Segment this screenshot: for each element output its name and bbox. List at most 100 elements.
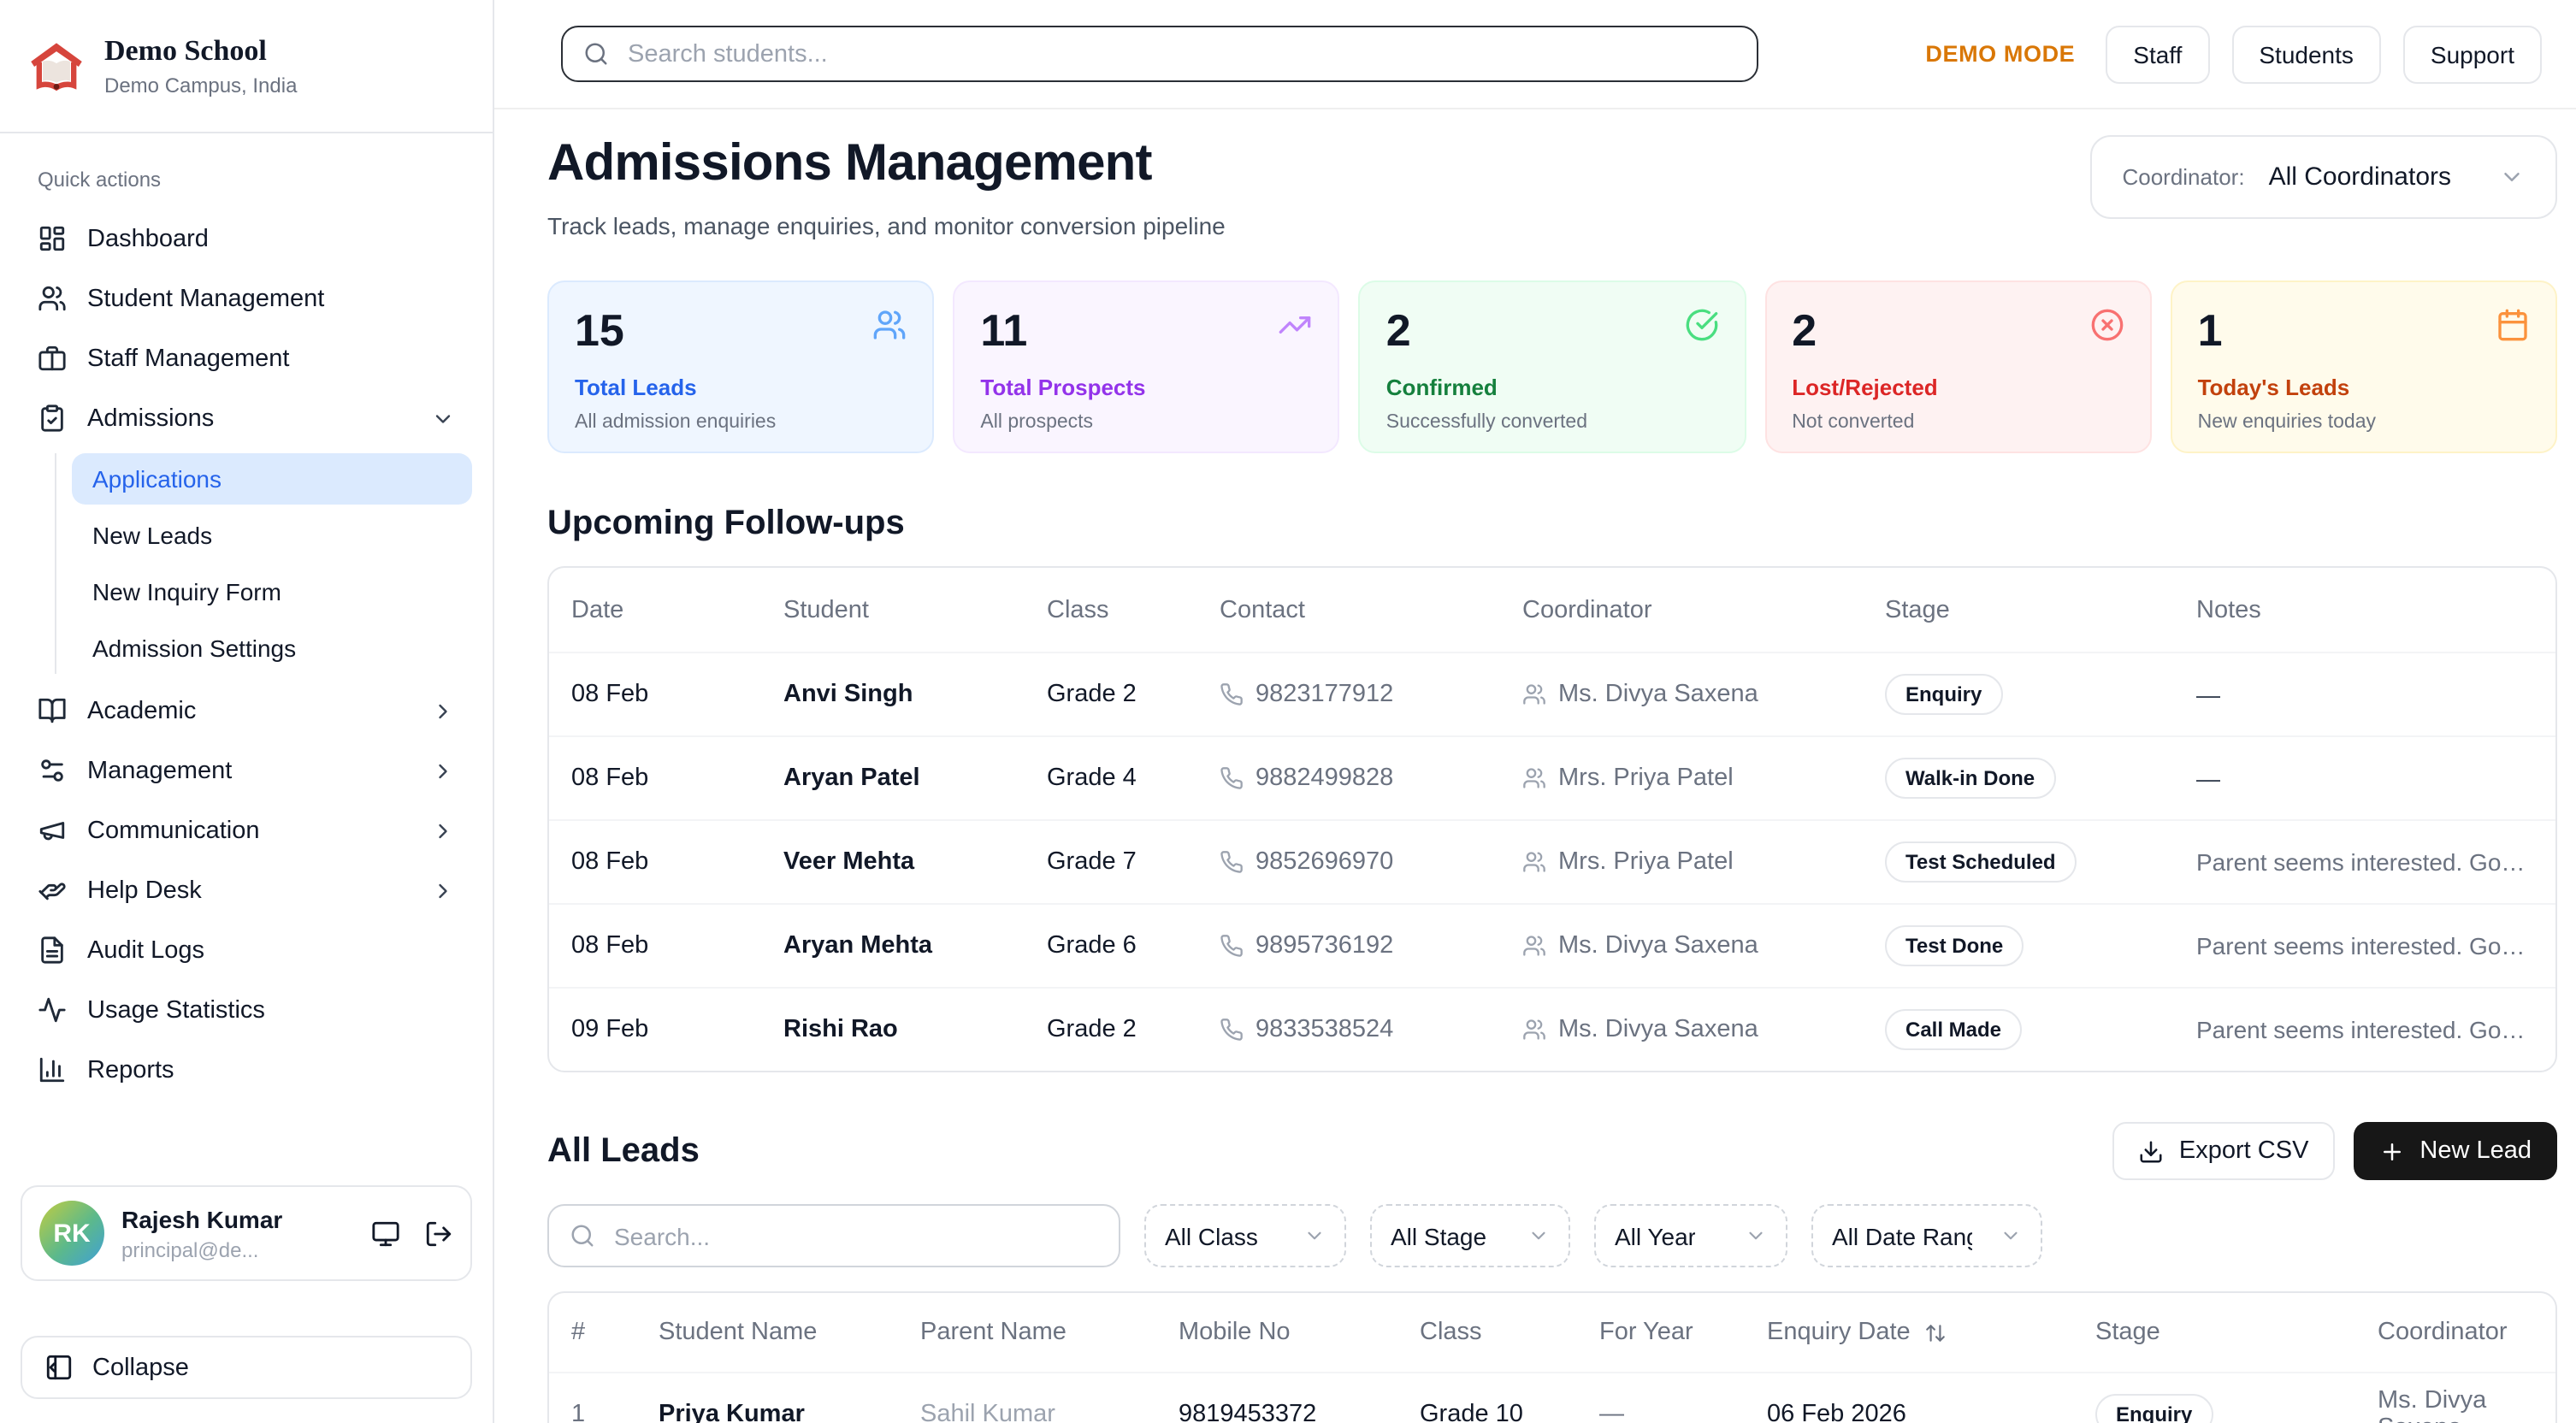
sidebar-item-management[interactable]: Management xyxy=(21,741,472,800)
table-row[interactable]: 08 Feb Anvi Singh Grade 2 9823177912 Ms.… xyxy=(549,652,2555,735)
table-row[interactable]: 09 Feb Rishi Rao Grade 2 9833538524 Ms. … xyxy=(549,987,2555,1071)
cell-coordinator: Ms. Divya Saxena xyxy=(1522,681,1885,708)
sidebar-item-label: Dashboard xyxy=(87,225,209,252)
download-icon xyxy=(2138,1138,2164,1164)
chevron-right-icon xyxy=(431,818,455,842)
coordinator-filter[interactable]: Coordinator: All Coordinators xyxy=(2089,135,2557,219)
col-enquiry-date-sort[interactable]: Enquiry Date xyxy=(1767,1319,2095,1346)
plus-icon xyxy=(2378,1138,2404,1164)
phone-icon xyxy=(1220,682,1244,706)
cell-date: 08 Feb xyxy=(571,932,783,959)
search-icon xyxy=(583,41,609,67)
cell-student: Anvi Singh xyxy=(783,681,1047,708)
school-logo-block: Demo School Demo Campus, India xyxy=(0,0,493,133)
stat-label: Lost/Rejected xyxy=(1792,375,2124,400)
sidebar-item-new-inquiry-form[interactable]: New Inquiry Form xyxy=(72,566,472,617)
stage-badge: Walk-in Done xyxy=(1885,758,2055,799)
new-lead-button[interactable]: New Lead xyxy=(2353,1122,2557,1180)
table-row[interactable]: 1 Priya Kumar Sahil Kumar 9819453372 Gra… xyxy=(549,1372,2555,1423)
cell-student-name: Priya Kumar xyxy=(659,1401,920,1423)
collapse-button[interactable]: Collapse xyxy=(21,1336,472,1399)
col-mobile-no: Mobile No xyxy=(1179,1319,1420,1346)
user-name: Rajesh Kumar xyxy=(121,1205,282,1232)
sidebar-item-label: Help Desk xyxy=(87,877,202,904)
chevron-down-icon xyxy=(2000,1225,2022,1247)
leads-table-header: # Student Name Parent Name Mobile No Cla… xyxy=(549,1293,2555,1372)
cell-class: Grade 4 xyxy=(1047,765,1220,792)
chevron-down-icon xyxy=(1303,1225,1326,1247)
sidebar-item-academic[interactable]: Academic xyxy=(21,681,472,741)
trending-up-icon xyxy=(1279,308,1313,342)
users-icon xyxy=(1522,934,1546,958)
check-circle-icon xyxy=(1684,308,1718,342)
all-leads-heading: All Leads xyxy=(547,1131,700,1171)
cell-class: Grade 2 xyxy=(1047,681,1220,708)
page-subtitle: Track leads, manage enquiries, and monit… xyxy=(547,212,1226,239)
export-csv-button[interactable]: Export CSV xyxy=(2112,1122,2335,1180)
staff-button[interactable]: Staff xyxy=(2106,25,2209,83)
users-icon xyxy=(1522,1018,1546,1042)
students-button[interactable]: Students xyxy=(2231,25,2381,83)
sidebar-item-communication[interactable]: Communication xyxy=(21,800,472,860)
cell-parent-name: Sahil Kumar xyxy=(920,1401,1179,1423)
cell-notes: Parent seems interested. Good prosp… xyxy=(2196,848,2555,876)
filter-all-date-range[interactable]: All Date Range xyxy=(1811,1204,2042,1267)
cell-notes: — xyxy=(2196,681,2555,708)
cell-stage: Walk-in Done xyxy=(1885,758,2196,799)
stat-sublabel: All admission enquiries xyxy=(575,412,907,433)
sidebar-item-applications[interactable]: Applications xyxy=(72,453,472,505)
leads-search-input[interactable] xyxy=(611,1220,1098,1251)
sidebar-item-new-leads[interactable]: New Leads xyxy=(72,510,472,561)
leads-filters: All Class All Stage All Year All Date Ra… xyxy=(547,1204,2557,1267)
sidebar-item-staff-management[interactable]: Staff Management xyxy=(21,328,472,388)
search-input[interactable] xyxy=(624,38,1736,69)
sidebar-item-usage-statistics[interactable]: Usage Statistics xyxy=(21,980,472,1040)
stat-sublabel: Not converted xyxy=(1792,412,2124,433)
cell-contact: 9852696970 xyxy=(1220,848,1522,876)
briefcase-icon xyxy=(38,344,67,373)
monitor-icon[interactable] xyxy=(371,1219,400,1248)
search-icon xyxy=(570,1223,595,1249)
table-row[interactable]: 08 Feb Aryan Mehta Grade 6 9895736192 Ms… xyxy=(549,903,2555,987)
collapse-label: Collapse xyxy=(92,1354,189,1381)
stat-value: 2 xyxy=(1386,304,1718,357)
logout-icon[interactable] xyxy=(424,1219,453,1248)
table-row[interactable]: 08 Feb Veer Mehta Grade 7 9852696970 Mrs… xyxy=(549,819,2555,903)
user-card[interactable]: RK Rajesh Kumar principal@de... xyxy=(21,1185,472,1281)
cell-stage: Test Done xyxy=(1885,925,2196,966)
filter-all-stage[interactable]: All Stage xyxy=(1370,1204,1570,1267)
cell-class: Grade 6 xyxy=(1047,932,1220,959)
cell-stage: Enquiry xyxy=(1885,674,2196,715)
app-screen: Demo School Demo Campus, India Quick act… xyxy=(0,0,2576,1423)
filter-all-class[interactable]: All Class xyxy=(1144,1204,1346,1267)
sidebar-item-audit-logs[interactable]: Audit Logs xyxy=(21,920,472,980)
sidebar-item-student-management[interactable]: Student Management xyxy=(21,269,472,328)
stat-label: Total Leads xyxy=(575,375,907,400)
sidebar-item-reports[interactable]: Reports xyxy=(21,1040,472,1100)
cell-coordinator: Ms. Divya Saxena xyxy=(1522,932,1885,959)
sidebar-item-admission-settings[interactable]: Admission Settings xyxy=(72,623,472,674)
sidebar-item-admissions[interactable]: Admissions xyxy=(21,388,472,448)
sidebar-item-dashboard[interactable]: Dashboard xyxy=(21,209,472,269)
sidebar-item-help-desk[interactable]: Help Desk xyxy=(21,860,472,920)
cell-stage: Test Scheduled xyxy=(1885,841,2196,883)
topbar: DEMO MODE Staff Students Support xyxy=(494,0,2576,109)
filter-all-year[interactable]: All Year xyxy=(1594,1204,1787,1267)
megaphone-icon xyxy=(38,816,67,845)
support-button[interactable]: Support xyxy=(2403,25,2542,83)
table-row[interactable]: 08 Feb Aryan Patel Grade 4 9882499828 Mr… xyxy=(549,735,2555,819)
users-icon xyxy=(1522,850,1546,874)
cell-student: Aryan Patel xyxy=(783,765,1047,792)
stat-value: 2 xyxy=(1792,304,2124,357)
col-coordinator: Coordinator xyxy=(1522,596,1885,623)
coordinator-value: All Coordinators xyxy=(2269,162,2451,192)
sort-arrows-icon xyxy=(1924,1321,1947,1343)
phone-icon xyxy=(1220,850,1244,874)
col-notes: Notes xyxy=(2196,596,2555,623)
sidebar-item-label: Audit Logs xyxy=(87,936,204,964)
sidebar: Demo School Demo Campus, India Quick act… xyxy=(0,0,494,1423)
cell-enquiry-date: 06 Feb 2026 xyxy=(1767,1401,2095,1423)
cell-student: Rishi Rao xyxy=(783,1016,1047,1043)
stat-label: Total Prospects xyxy=(980,375,1312,400)
col-contact: Contact xyxy=(1220,596,1522,623)
